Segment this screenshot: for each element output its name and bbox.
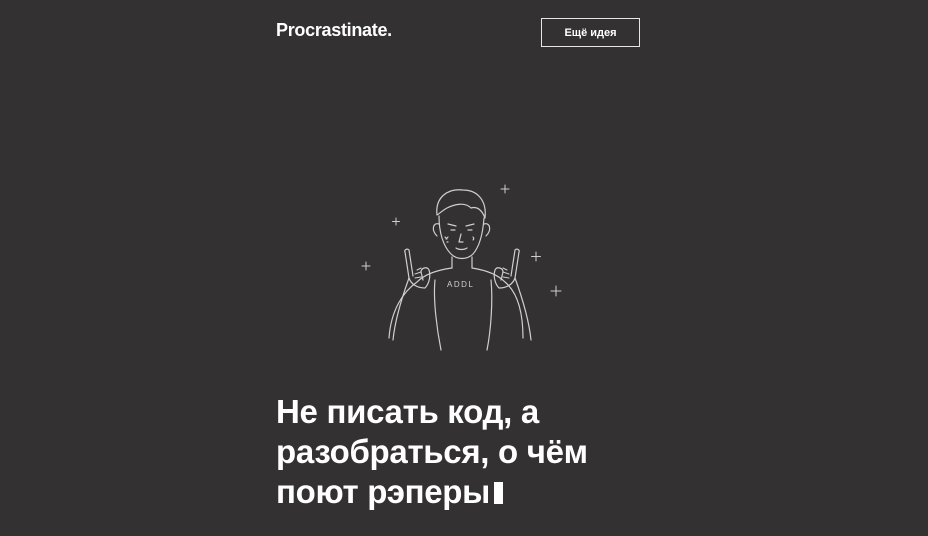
- more-idea-button[interactable]: Ещё идея: [541, 18, 640, 47]
- shirt-text: ADDL: [447, 280, 474, 289]
- logo[interactable]: Procrastinate.: [276, 20, 392, 41]
- text-cursor: [494, 482, 504, 504]
- headline: Не писать код, а разобраться, о чём поют…: [276, 392, 676, 512]
- rapper-illustration: ADDL: [355, 180, 570, 355]
- header: Procrastinate. Ещё идея: [276, 18, 640, 50]
- headline-text: Не писать код, а разобраться, о чём поют…: [276, 393, 588, 510]
